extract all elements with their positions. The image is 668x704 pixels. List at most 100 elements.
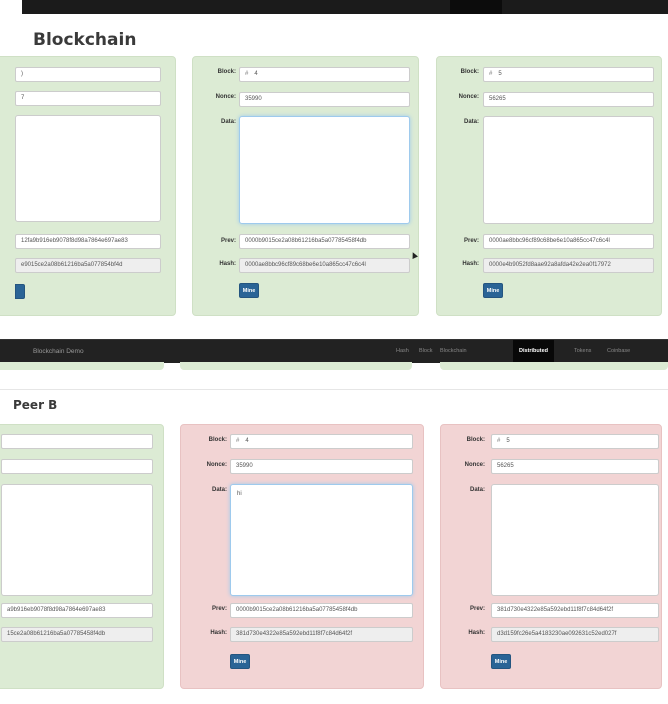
hash-label: Hash: — [462, 261, 479, 267]
block-label: Block: — [460, 69, 479, 75]
prev-label: Prev: — [469, 606, 485, 612]
nonce-field[interactable]: 7 — [15, 91, 161, 106]
hash-value: e9015ce2a08b61216ba5a077854bf4d — [21, 262, 123, 268]
page-title: Blockchain — [33, 30, 137, 50]
nonce-field[interactable]: 56265 — [491, 459, 659, 474]
nav-item-block[interactable]: Block — [419, 340, 432, 363]
data-label: Data: — [211, 487, 227, 493]
hash-field: 381d730e4322e85a592ebd11f8f7c84d64f2f — [230, 627, 413, 642]
nonce-value: 56265 — [497, 463, 514, 469]
data-label: Data: — [463, 119, 479, 125]
prev-label: Prev: — [463, 238, 479, 244]
block-card-bottom-edge — [0, 362, 164, 370]
data-label: Data: — [469, 487, 485, 493]
hash-field: e9015ce2a08b61216ba5a077854bf4d — [15, 258, 161, 273]
data-value: hi — [237, 491, 242, 497]
block-number-field[interactable]: #5 — [491, 434, 659, 449]
prev-hash-value: 381d730e4322e85a592ebd11f8f7c84d64f2f — [497, 607, 614, 613]
hash-value: d3d159fc26e5a4183230ae092631c52ed027f — [497, 631, 617, 637]
navbar-brand[interactable]: Blockchain Demo — [33, 340, 84, 363]
block-number-value: ) — [21, 71, 23, 77]
nonce-label: Nonce: — [458, 94, 479, 100]
nonce-field[interactable]: 35990 — [230, 459, 413, 474]
hash-value: 0000ae8bbc96cf89c68be6e10a865cc47c6c4l — [245, 262, 366, 268]
prev-hash-value: a9b916eb9078f8d98a7864e697ae83 — [7, 607, 106, 613]
block-number-value: 4 — [254, 71, 258, 77]
block-number-field[interactable]: ) — [15, 67, 161, 82]
data-textarea[interactable]: hi — [230, 484, 413, 596]
prev-label: Prev: — [220, 238, 236, 244]
block-label: Block: — [208, 437, 227, 443]
nonce-label: Nonce: — [215, 94, 236, 100]
mine-button[interactable]: Mine — [239, 283, 259, 298]
data-textarea[interactable] — [491, 484, 659, 596]
nonce-value: 7 — [21, 95, 25, 101]
data-textarea[interactable] — [15, 115, 161, 222]
prev-hash-field[interactable]: 0000b9015ce2a08b61216ba5a07785458f4db — [230, 603, 413, 618]
block-card-partial-top: ) 7 12fa9b916eb9078f8d98a7864e697ae83 e9… — [0, 56, 176, 316]
nav-item-hash[interactable]: Hash — [396, 340, 409, 363]
data-label: Data: — [220, 119, 236, 125]
hash-field: d3d159fc26e5a4183230ae092631c52ed027f — [491, 627, 659, 642]
hash-sign: # — [489, 71, 493, 77]
nav-item-distributed[interactable]: Distributed — [513, 340, 555, 363]
hash-value: 0000e4b9052fd8aae92a8afda42e2ea0f17972 — [489, 262, 611, 268]
data-textarea[interactable] — [239, 116, 410, 224]
block-number-field[interactable]: #4 — [230, 434, 413, 449]
mine-button-partial[interactable] — [15, 284, 25, 299]
data-textarea[interactable] — [1, 484, 153, 596]
block-card-bottom-edge — [440, 362, 668, 370]
top-dark-strip-segment — [450, 0, 502, 14]
hash-sign: # — [245, 71, 249, 77]
nav-item-blockchain[interactable]: Blockchain — [440, 340, 467, 363]
block-number-value: 5 — [498, 71, 502, 77]
prev-label: Prev: — [211, 606, 227, 612]
nonce-field[interactable]: 56265 — [483, 92, 654, 107]
prev-hash-field[interactable]: a9b916eb9078f8d98a7864e697ae83 — [1, 603, 153, 618]
hash-field: 0000ae8bbc96cf89c68be6e10a865cc47c6c4l — [239, 258, 410, 273]
prev-hash-field[interactable]: 12fa9b916eb9078f8d98a7864e697ae83 — [15, 234, 161, 249]
block-card-partial-peer-b: a9b916eb9078f8d98a7864e697ae83 15ce2a08b… — [0, 424, 164, 689]
block-card-bottom-edge — [180, 362, 412, 370]
data-textarea[interactable] — [483, 116, 654, 224]
block-number-value: 4 — [245, 438, 249, 444]
hash-value: 15ce2a08b61216ba5a07785458f4db — [7, 631, 106, 637]
peer-title: Peer B — [13, 398, 58, 412]
nav-item-coinbase[interactable]: Coinbase — [607, 340, 630, 363]
hash-field: 15ce2a08b61216ba5a07785458f4db — [1, 627, 153, 642]
hash-field: 0000e4b9052fd8aae92a8afda42e2ea0f17972 — [483, 258, 654, 273]
peer-b-block-card-5: Block: #5 Nonce: 56265 Data: Prev: 381d7… — [440, 424, 662, 689]
nonce-label: Nonce: — [464, 462, 485, 468]
block-number-field[interactable] — [1, 434, 153, 449]
hash-value: 381d730e4322e85a592ebd11f8f7c84d64f2f — [236, 631, 353, 637]
block-number-value: 5 — [506, 438, 510, 444]
prev-hash-field[interactable]: 0000b9015ce2a08b61216ba5a07785458f4db — [239, 234, 410, 249]
nonce-field[interactable] — [1, 459, 153, 474]
nonce-field[interactable]: 35990 — [239, 92, 410, 107]
prev-hash-value: 0000b9015ce2a08b61216ba5a07785458f4db — [236, 607, 358, 613]
hash-label: Hash: — [219, 261, 236, 267]
prev-hash-field[interactable]: 0000ae8bbc96cf89c68be6e10a865cc47c6c4l — [483, 234, 654, 249]
nonce-label: Nonce: — [206, 462, 227, 468]
nonce-value: 35990 — [236, 463, 253, 469]
prev-hash-value: 0000b9015ce2a08b61216ba5a07785458f4db — [245, 238, 367, 244]
nonce-value: 35990 — [245, 96, 262, 102]
top-dark-strip — [22, 0, 668, 14]
mine-button[interactable]: Mine — [230, 654, 250, 669]
block-label: Block: — [466, 437, 485, 443]
mine-button[interactable]: Mine — [491, 654, 511, 669]
block-card-4: Block: #4 Nonce: 35990 Data: Prev: 0000b… — [192, 56, 419, 316]
nav-item-tokens[interactable]: Tokens — [574, 340, 591, 363]
block-number-field[interactable]: #4 — [239, 67, 410, 82]
mine-button[interactable]: Mine — [483, 283, 503, 298]
prev-hash-field[interactable]: 381d730e4322e85a592ebd11f8f7c84d64f2f — [491, 603, 659, 618]
block-card-5: Block: #5 Nonce: 56265 Data: Prev: 0000a… — [436, 56, 662, 316]
block-number-field[interactable]: #5 — [483, 67, 654, 82]
block-label: Block: — [217, 69, 236, 75]
section-divider — [0, 389, 668, 390]
nonce-value: 56265 — [489, 96, 506, 102]
hash-sign: # — [497, 438, 501, 444]
prev-hash-value: 0000ae8bbc96cf89c68be6e10a865cc47c6c4l — [489, 238, 610, 244]
peer-b-block-card-4: Block: #4 Nonce: 35990 Data: hi Prev: 00… — [180, 424, 424, 689]
hash-sign: # — [236, 438, 240, 444]
